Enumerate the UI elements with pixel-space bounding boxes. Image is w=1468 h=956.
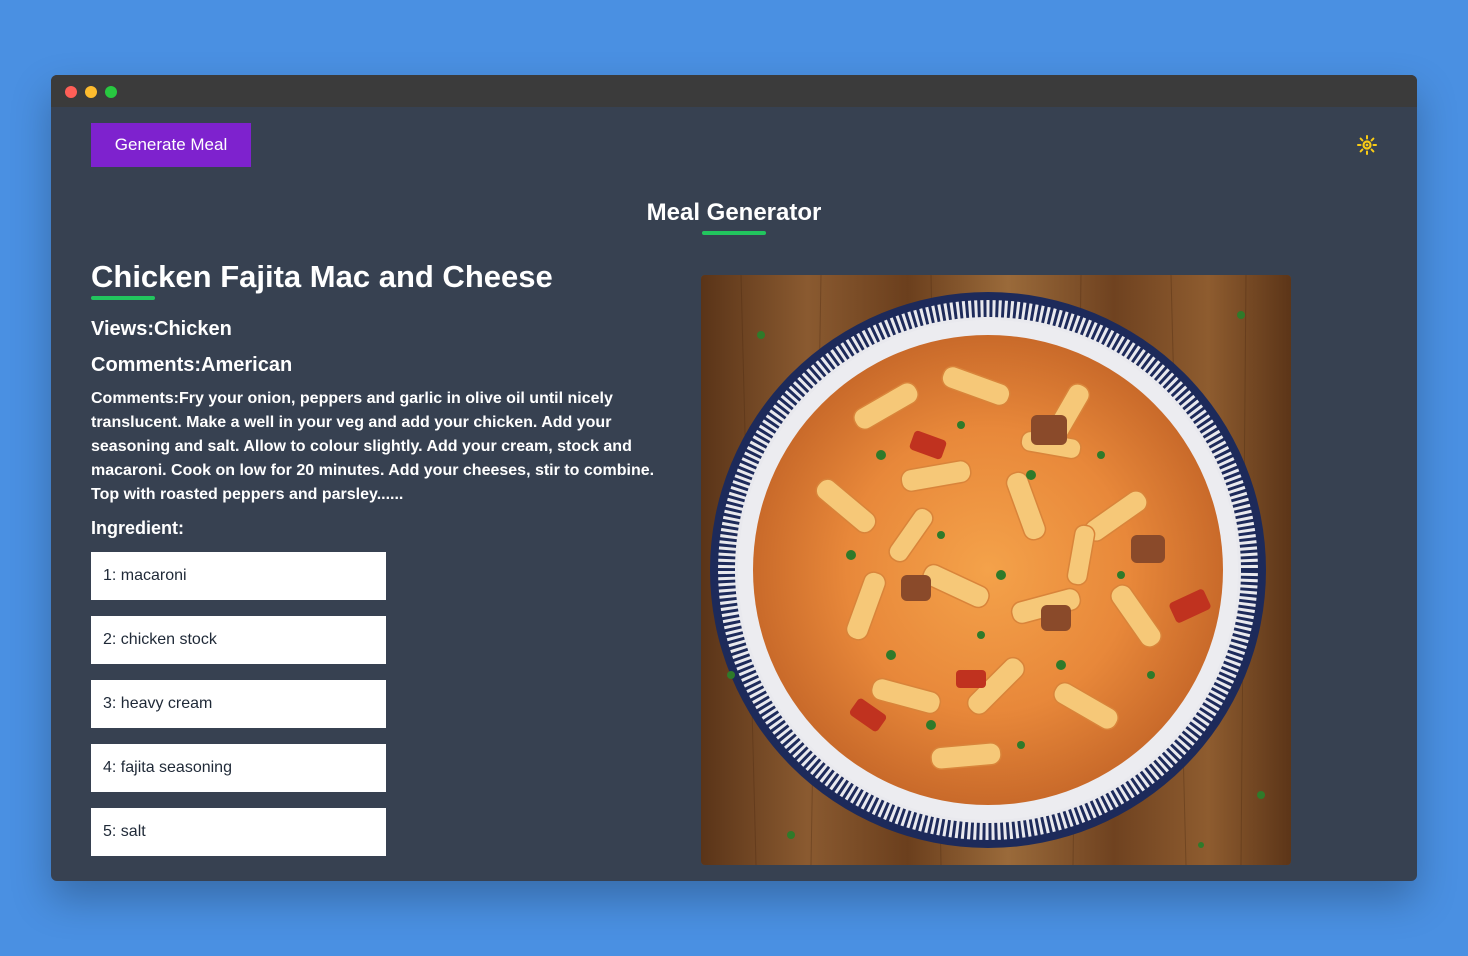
close-window-button[interactable] (65, 86, 77, 98)
sun-icon[interactable] (1357, 135, 1377, 155)
ingredient-item: 4: fajita seasoning (91, 744, 386, 792)
page-title: Meal Generator (646, 199, 822, 226)
meal-area: Comments:American (91, 354, 293, 376)
meal-name: Chicken Fajita Mac and Cheese (91, 259, 553, 294)
ingredient-item: 5: salt (91, 808, 386, 856)
ingredient-item: 1: macaroni (91, 552, 386, 600)
minimize-window-button[interactable] (85, 86, 97, 98)
title-underline (702, 231, 766, 235)
ingredient-heading: Ingredient: (91, 518, 184, 538)
ingredient-item: 3: heavy cream (91, 680, 386, 728)
window-titlebar (51, 75, 1417, 107)
generate-meal-button[interactable]: Generate Meal (91, 123, 251, 167)
meal-instructions: Comments:Fry your onion, peppers and gar… (91, 390, 655, 503)
ingredient-list: 1: macaroni 2: chicken stock 3: heavy cr… (91, 552, 386, 872)
meal-name-underline (91, 296, 155, 300)
meal-views: Views:Chicken (91, 318, 232, 340)
ingredient-item: 2: chicken stock (91, 616, 386, 664)
browser-window: Generate Meal Meal Generator Chicken Faj… (51, 75, 1417, 881)
maximize-window-button[interactable] (105, 86, 117, 98)
meal-image (701, 275, 1291, 865)
